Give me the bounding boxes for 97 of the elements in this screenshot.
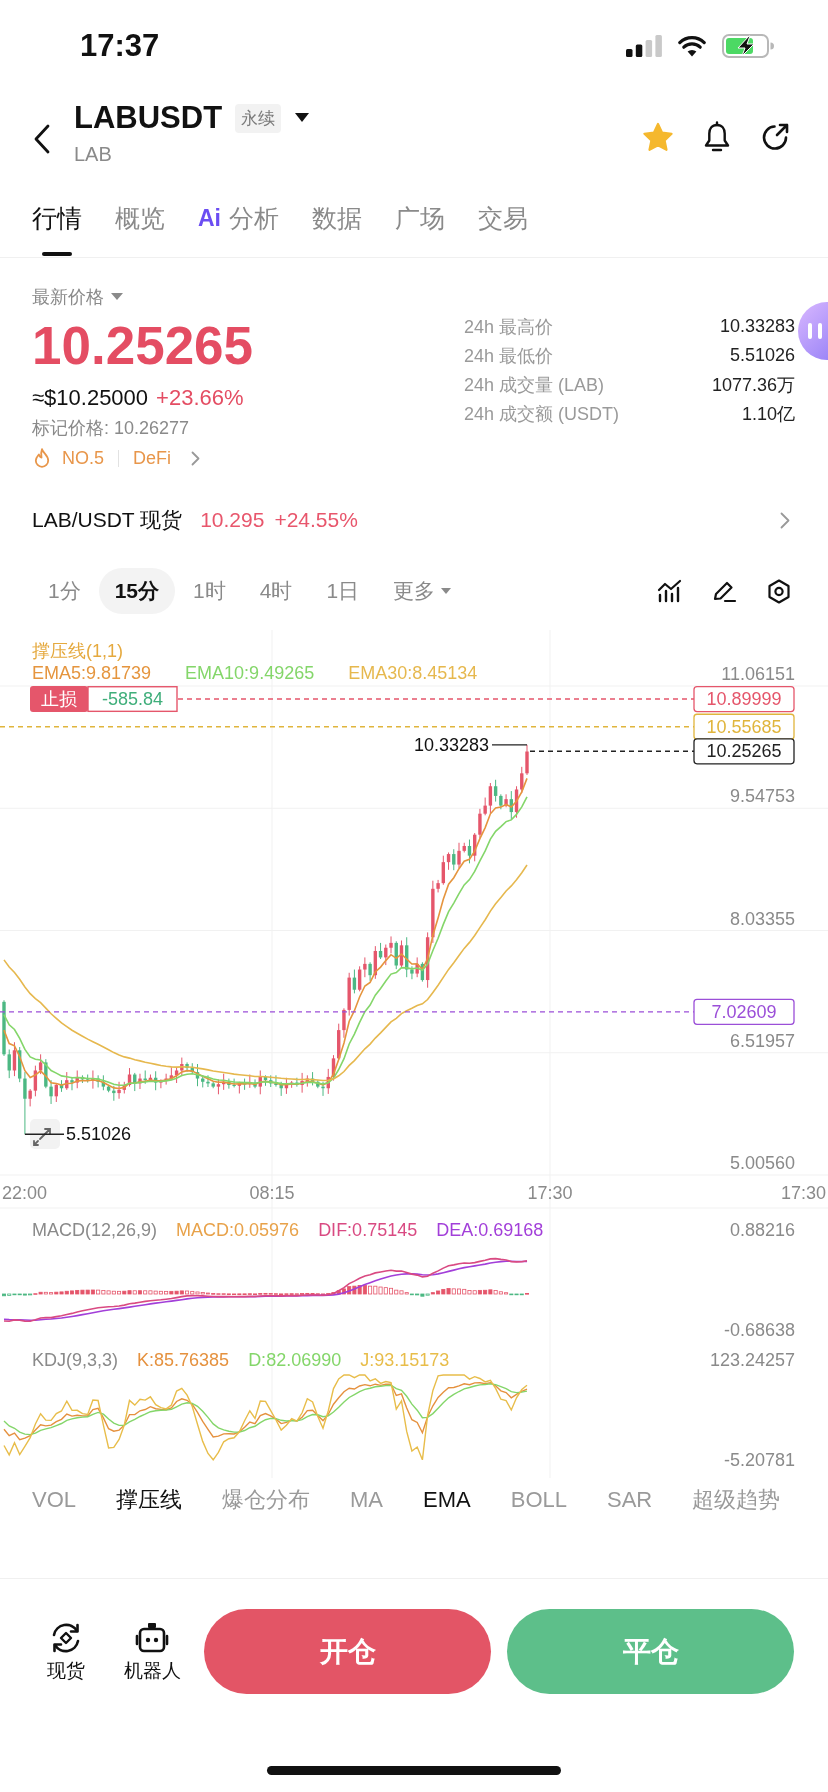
indicator-tab[interactable]: EMA: [423, 1486, 471, 1514]
stat-label: 24h 最低价: [464, 344, 554, 368]
price-tag[interactable]: 10.89999: [693, 685, 795, 713]
bottom-nav-item[interactable]: 机器人: [109, 1621, 195, 1682]
legend-value: EMA30:8.45134: [348, 662, 478, 684]
base-asset-label: LAB: [74, 142, 112, 166]
leader-line: [24, 1133, 65, 1135]
stop-loss-pnl-tag[interactable]: -585.84: [87, 686, 178, 713]
indicator-title: KDJ(9,3,3): [32, 1349, 119, 1371]
caret-icon: [111, 293, 123, 301]
legend-value: EMA5:9.81739: [32, 662, 152, 684]
spot-market-link[interactable]: LAB/USDT 现货 10.295 +24.55%: [32, 495, 790, 545]
bottom-nav-item[interactable]: 现货: [23, 1621, 109, 1682]
timeframe-tab[interactable]: 1时: [177, 568, 242, 614]
indicator-tab[interactable]: 超级趋势: [692, 1486, 781, 1514]
legend-value: D:82.06990: [248, 1349, 342, 1371]
share-icon[interactable]: [760, 122, 790, 152]
stop-loss-tag[interactable]: 止损: [30, 686, 88, 713]
nav-tab[interactable]: Ai 分析: [198, 202, 279, 234]
nav-tab[interactable]: 数据: [312, 202, 362, 234]
legend-value: K:85.76385: [137, 1349, 230, 1371]
high-price-label: 10.33283: [413, 734, 489, 755]
price-change: +23.66%: [156, 385, 244, 411]
close-position-button[interactable]: 平仓: [507, 1609, 794, 1694]
price-tag[interactable]: 10.55685: [693, 713, 795, 740]
star-icon[interactable]: [642, 121, 674, 153]
leader-line: [491, 744, 528, 746]
floating-widget-button[interactable]: [798, 302, 828, 360]
signal-icon: [626, 35, 662, 57]
timeframe-tab[interactable]: 4时: [243, 568, 309, 614]
nav-tab[interactable]: 广场: [395, 202, 445, 234]
stat-label: 24h 成交量 (LAB): [464, 373, 605, 397]
symbol-title: LABUSDT: [74, 101, 223, 135]
legend-value: DEA:0.69168: [436, 1219, 544, 1241]
low-price-label: 5.51026: [66, 1124, 132, 1145]
kdj-axis-label: 123.24257: [709, 1350, 795, 1370]
mark-price: 标记价格: 10.26277: [32, 417, 190, 439]
expand-icon[interactable]: [30, 1119, 60, 1149]
nav-tab[interactable]: 概览: [115, 202, 165, 234]
price-axis-label: 11.06151: [721, 664, 795, 684]
timeframe-tab[interactable]: 1日: [310, 568, 376, 614]
time-axis-label: 22:00: [2, 1183, 48, 1203]
open-position-button[interactable]: 开仓: [204, 1609, 491, 1694]
time-axis-label: 17:30: [527, 1183, 573, 1203]
caret-icon[interactable]: [295, 113, 310, 123]
legend-value: J:93.15173: [360, 1349, 450, 1371]
back-icon[interactable]: [33, 124, 51, 154]
time-axis-label: 08:15: [249, 1183, 295, 1203]
robot-icon: [135, 1621, 169, 1655]
timeframe-tab[interactable]: 1分: [32, 568, 97, 614]
timeframe-tab[interactable]: 更多: [377, 568, 468, 614]
indicator-title: MACD(12,26,9): [32, 1219, 158, 1241]
contract-type-badge: 永续: [235, 103, 282, 133]
price-axis-label: 6.51957: [729, 1030, 795, 1051]
last-price: 10.25265: [32, 316, 254, 376]
chevron-right-icon: [191, 450, 201, 466]
stat-value: 10.33283: [719, 316, 795, 337]
time-axis-label: 17:30: [780, 1183, 826, 1203]
indicator-tab[interactable]: BOLL: [510, 1486, 567, 1514]
status-time: 17:37: [80, 28, 160, 64]
price-axis-label: 5.00560: [729, 1153, 795, 1173]
macd-axis-label: 0.88216: [729, 1220, 795, 1240]
stat-value: 1.10亿: [741, 402, 795, 426]
price-tag[interactable]: 7.02609: [693, 998, 795, 1025]
pencil-icon[interactable]: [712, 579, 737, 603]
fire-icon: [34, 448, 50, 468]
kdj-axis-label: -5.20781: [723, 1450, 795, 1470]
bell-icon[interactable]: [703, 121, 731, 153]
usd-price: ≈$10.25000: [32, 385, 149, 411]
wifi-icon: [678, 35, 706, 57]
indicator-tab[interactable]: 撑压线: [116, 1486, 183, 1514]
chevron-right-icon: [780, 511, 790, 529]
price-axis-label: 8.03355: [729, 908, 795, 929]
indicator-tab[interactable]: VOL: [32, 1486, 77, 1514]
legend-value: EMA10:9.49265: [185, 662, 315, 684]
macd-axis-label: -0.68638: [723, 1320, 795, 1340]
indicator-tab[interactable]: SAR: [607, 1486, 653, 1514]
settings-icon[interactable]: [767, 578, 791, 604]
stat-value: 1077.36万: [711, 373, 795, 397]
stat-label: 24h 最高价: [464, 315, 554, 339]
nav-tab[interactable]: 行情: [32, 202, 82, 256]
price-tag[interactable]: 10.25265: [693, 738, 795, 765]
caret-icon: [441, 587, 452, 595]
battery-icon: [722, 34, 774, 58]
nav-tab[interactable]: 交易: [478, 202, 528, 234]
legend-value: MACD:0.05976: [176, 1219, 300, 1241]
legend-value: DIF:0.75145: [318, 1219, 418, 1241]
price-axis-label: 9.54753: [729, 786, 795, 807]
latest-price-dropdown[interactable]: 最新价格: [32, 285, 123, 309]
category-link[interactable]: NO.5 DeFi: [32, 446, 201, 470]
timeframe-tab[interactable]: 15分: [98, 568, 176, 614]
stat-label: 24h 成交额 (USDT): [464, 402, 620, 426]
indicator-tab[interactable]: 爆仓分布: [222, 1486, 311, 1514]
stat-value: 5.51026: [729, 345, 795, 366]
indicator-icon[interactable]: [657, 579, 682, 603]
indicator-title: 撑压线(1,1): [32, 640, 123, 662]
indicator-tab[interactable]: MA: [350, 1486, 384, 1514]
